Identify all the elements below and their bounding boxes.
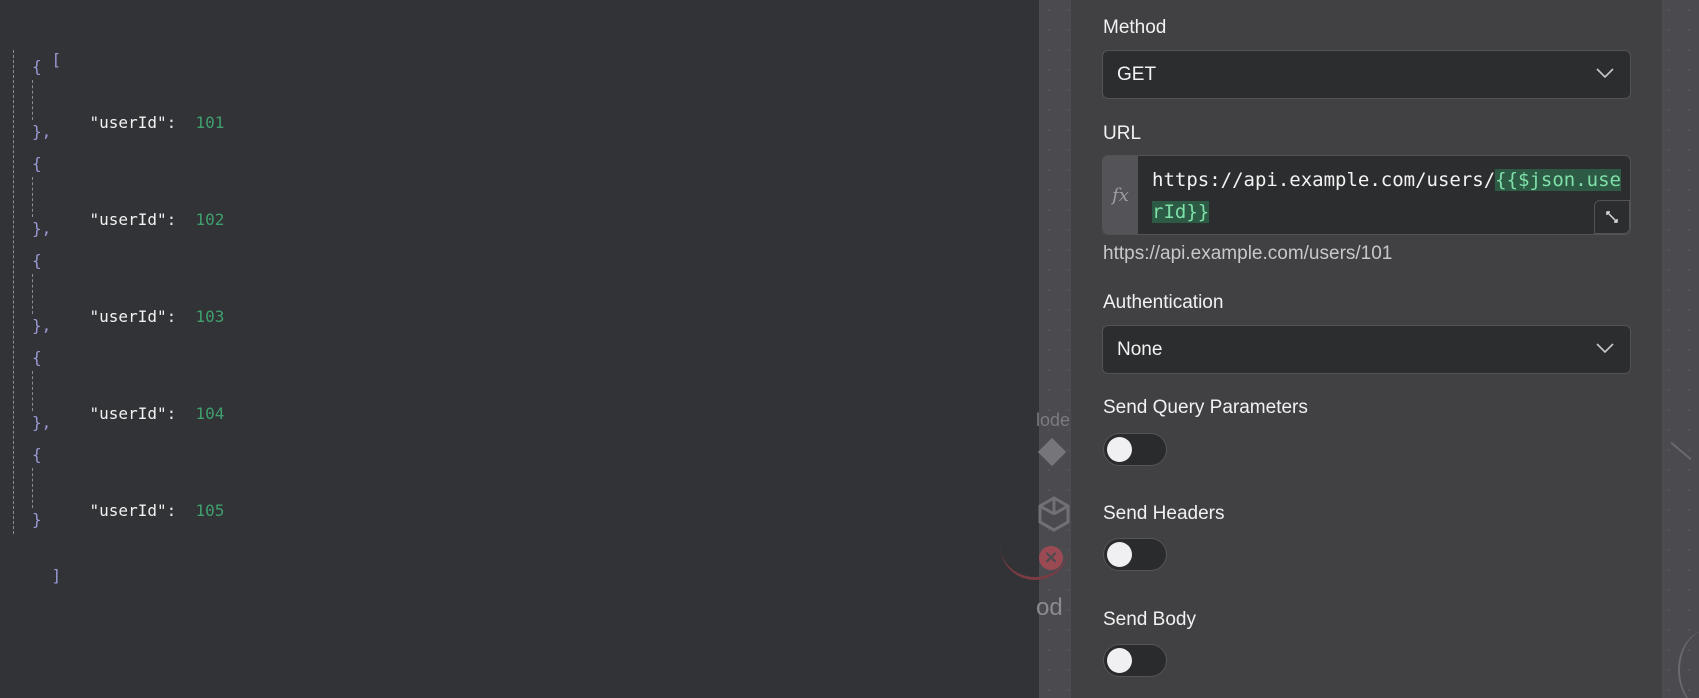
json-object-open: { xyxy=(32,57,42,76)
json-object-close: } xyxy=(32,510,42,529)
json-value: 102 xyxy=(195,210,225,229)
method-select-value: GET xyxy=(1117,64,1157,85)
url-resolved-preview: https://api.example.com/users/101 xyxy=(1103,243,1393,264)
json-property-row[interactable]: "userId": 105 xyxy=(51,475,225,520)
json-property-row[interactable]: "userId": 102 xyxy=(51,184,225,229)
json-key: "userId" xyxy=(89,210,167,229)
indent-guide-item-4 xyxy=(32,371,33,411)
json-object-open: { xyxy=(32,154,42,173)
json-object-open: { xyxy=(32,348,42,367)
json-value: 103 xyxy=(195,307,225,326)
indent-guide-item-3 xyxy=(32,274,33,314)
expand-editor-button[interactable] xyxy=(1594,200,1630,234)
node-parameters-panel: Method GET URL fx https://api.example.co… xyxy=(1070,0,1663,698)
chevron-down-icon xyxy=(1596,68,1614,79)
json-object-open: { xyxy=(32,445,42,464)
json-value: 101 xyxy=(195,113,225,132)
canvas-node-outline xyxy=(1000,500,1070,580)
canvas-node-label: lode xyxy=(1036,410,1070,430)
send-body-toggle[interactable] xyxy=(1103,644,1167,677)
json-object-close: }, xyxy=(32,122,52,141)
json-property-row[interactable]: "userId": 101 xyxy=(51,87,225,132)
send-query-parameters-toggle[interactable] xyxy=(1103,433,1167,466)
json-key: "userId" xyxy=(89,307,167,326)
toggle-knob xyxy=(1107,542,1132,567)
json-object-close: }, xyxy=(32,413,52,432)
json-output-pane: [ { "userId": 101 }, { "userId": 102 }, … xyxy=(0,0,1039,698)
indent-guide-item-5 xyxy=(32,468,33,508)
send-headers-toggle[interactable] xyxy=(1103,538,1167,571)
toggle-knob xyxy=(1107,648,1132,673)
send-body-label: Send Body xyxy=(1103,609,1196,630)
json-object-close: }, xyxy=(32,316,52,335)
method-label: Method xyxy=(1103,17,1167,38)
indent-guide-item-2 xyxy=(32,177,33,217)
json-property-row[interactable]: "userId": 104 xyxy=(51,378,225,423)
json-property-row[interactable]: "userId": 103 xyxy=(51,281,225,326)
authentication-label: Authentication xyxy=(1103,292,1224,313)
method-select[interactable]: GET xyxy=(1102,50,1631,99)
json-value: 105 xyxy=(195,501,225,520)
json-open-bracket: [ xyxy=(51,50,62,69)
chevron-down-icon xyxy=(1596,343,1614,354)
json-close-bracket: ] xyxy=(51,566,62,585)
toggle-knob xyxy=(1107,437,1132,462)
error-icon: × xyxy=(1039,546,1063,570)
url-expression-input[interactable]: fx https://api.example.com/users/{{$json… xyxy=(1102,155,1631,235)
fx-icon: fx xyxy=(1103,156,1138,234)
json-value: 104 xyxy=(195,404,225,423)
json-object-close: }, xyxy=(32,219,52,238)
json-object-open: { xyxy=(32,251,42,270)
url-expression-text[interactable]: https://api.example.com/users/{{$json.us… xyxy=(1152,164,1622,228)
indent-guide-root xyxy=(13,50,14,534)
expand-icon xyxy=(1606,211,1618,223)
authentication-select[interactable]: None xyxy=(1102,325,1631,374)
send-query-parameters-label: Send Query Parameters xyxy=(1103,397,1308,418)
authentication-select-value: None xyxy=(1117,339,1163,360)
url-label: URL xyxy=(1103,123,1142,144)
send-headers-label: Send Headers xyxy=(1103,503,1225,524)
json-key: "userId" xyxy=(89,501,167,520)
canvas-node-title: od xyxy=(1036,594,1063,621)
json-key: "userId" xyxy=(89,404,167,423)
json-key: "userId" xyxy=(89,113,167,132)
